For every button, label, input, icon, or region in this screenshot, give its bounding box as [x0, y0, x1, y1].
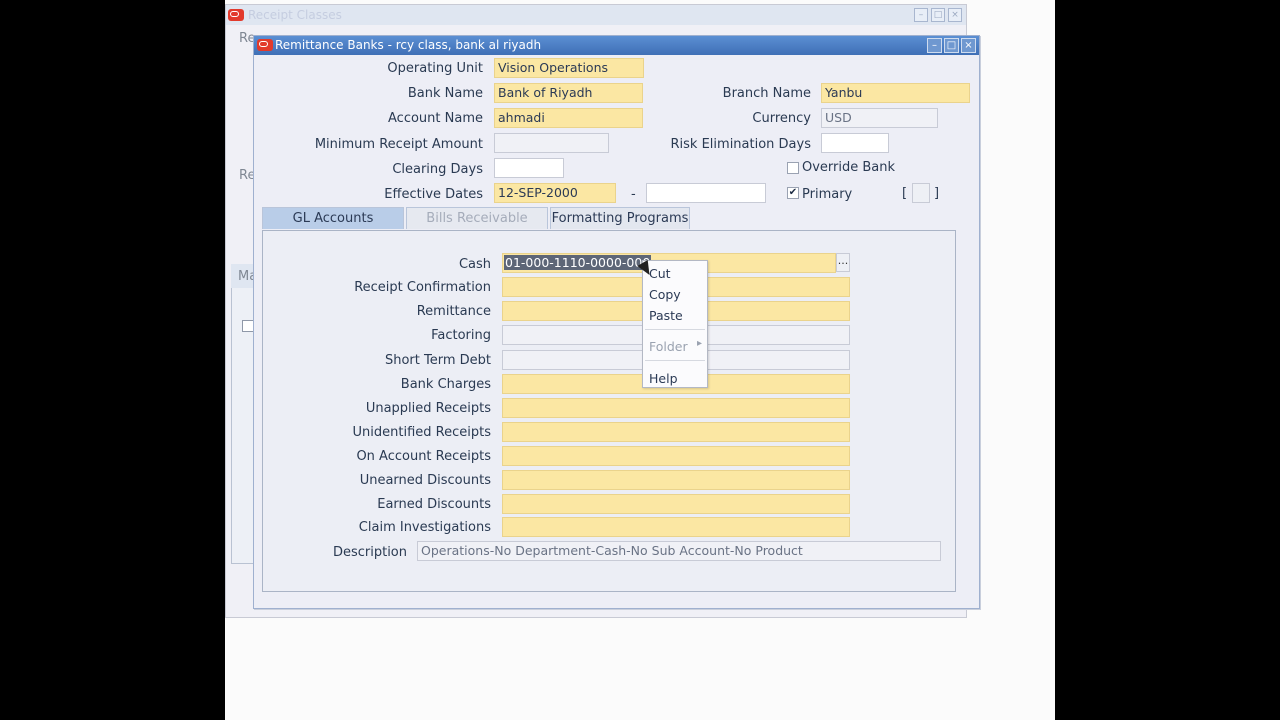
menu-item-folder[interactable]: Folder: [649, 339, 688, 354]
unearned-discounts-label: Unearned Discounts: [359, 473, 491, 488]
description-label: Description: [332, 545, 407, 560]
on-account-receipts-field[interactable]: [502, 446, 850, 466]
bank-charges-label: Bank Charges: [400, 377, 491, 392]
receipt-classes-title: Receipt Classes: [248, 8, 342, 22]
primary-label: Primary: [802, 187, 853, 202]
menu-item-help[interactable]: Help: [649, 371, 678, 386]
tab-formatting-programs[interactable]: Formatting Programs: [550, 207, 690, 229]
currency-label: Currency: [752, 111, 811, 126]
unearned-discounts-field[interactable]: [502, 470, 850, 490]
currency-field[interactable]: USD: [821, 108, 938, 128]
risk-elimination-days-label: Risk Elimination Days: [670, 137, 811, 152]
short-term-debt-label: Short Term Debt: [384, 353, 491, 368]
account-name-label: Account Name: [388, 111, 483, 126]
check-icon: ✔: [788, 187, 798, 198]
risk-elimination-days-field[interactable]: [821, 133, 889, 153]
flexfield-bracket-open: [: [902, 186, 908, 201]
claim-investigations-label: Claim Investigations: [358, 520, 491, 535]
clearing-days-field[interactable]: [494, 158, 564, 178]
menu-item-paste[interactable]: Paste: [649, 308, 683, 323]
tab-gl-accounts[interactable]: GL Accounts: [262, 207, 404, 229]
min-receipt-amount-label: Minimum Receipt Amount: [314, 137, 483, 152]
branch-name-field[interactable]: Yanbu: [821, 83, 970, 103]
operating-unit-field[interactable]: Vision Operations: [494, 58, 644, 78]
menu-item-copy[interactable]: Copy: [649, 287, 681, 302]
effective-date-from-field[interactable]: 12-SEP-2000: [494, 183, 616, 203]
minimize-icon[interactable]: –: [914, 8, 928, 22]
close-icon[interactable]: ×: [948, 8, 962, 22]
maximize-icon[interactable]: □: [944, 38, 959, 53]
list-of-values-button[interactable]: ...: [836, 253, 850, 272]
date-separator: -: [631, 187, 636, 202]
close-icon[interactable]: ×: [961, 38, 976, 53]
oracle-logo-icon: [228, 9, 244, 21]
maximize-icon[interactable]: □: [931, 8, 945, 22]
primary-checkbox[interactable]: ✔: [787, 187, 799, 199]
claim-investigations-field[interactable]: [502, 517, 850, 537]
oracle-logo-icon: [257, 39, 273, 51]
minimize-icon[interactable]: –: [927, 38, 942, 53]
flexfield-bracket-close: ]: [934, 186, 940, 201]
effective-dates-label: Effective Dates: [384, 187, 483, 202]
cash-selected-text: 01-000-1110-0000-000: [504, 255, 652, 270]
on-account-receipts-label: On Account Receipts: [356, 449, 491, 464]
receipt-confirmation-label: Receipt Confirmation: [354, 280, 491, 295]
tab-bills-receivable[interactable]: Bills Receivable: [406, 207, 548, 229]
receipt-classes-titlebar[interactable]: Receipt Classes – □ ×: [226, 5, 966, 25]
unapplied-receipts-field[interactable]: [502, 398, 850, 418]
submenu-arrow-icon: ▸: [697, 338, 703, 349]
override-bank-label: Override Bank: [802, 160, 896, 175]
window-title: Remittance Banks - rcy class, bank al ri…: [275, 38, 542, 52]
effective-date-to-field[interactable]: [646, 183, 766, 203]
operating-unit-label: Operating Unit: [387, 61, 483, 76]
branch-name-label: Branch Name: [722, 86, 811, 101]
account-name-field[interactable]: ahmadi: [494, 108, 643, 128]
context-menu: Cut Copy Paste Folder ▸ Help: [642, 260, 708, 388]
bank-name-field[interactable]: Bank of Riyadh: [494, 83, 643, 103]
bank-name-label: Bank Name: [407, 86, 483, 101]
unidentified-receipts-field[interactable]: [502, 422, 850, 442]
override-bank-checkbox[interactable]: [787, 162, 799, 174]
unapplied-receipts-label: Unapplied Receipts: [365, 401, 491, 416]
cash-label: Cash: [458, 257, 491, 272]
earned-discounts-label: Earned Discounts: [377, 497, 491, 512]
clearing-days-label: Clearing Days: [392, 162, 483, 177]
remittance-banks-titlebar[interactable]: Remittance Banks - rcy class, bank al ri…: [254, 36, 979, 55]
menu-separator: [645, 329, 705, 330]
unidentified-receipts-label: Unidentified Receipts: [352, 425, 491, 440]
descriptive-flexfield[interactable]: [912, 183, 930, 203]
earned-discounts-field[interactable]: [502, 494, 850, 514]
factoring-label: Factoring: [431, 328, 491, 343]
remittance-label: Remittance: [416, 304, 491, 319]
min-receipt-amount-field[interactable]: [494, 133, 609, 153]
description-field[interactable]: Operations-No Department-Cash-No Sub Acc…: [417, 541, 941, 561]
menu-separator: [645, 360, 705, 361]
